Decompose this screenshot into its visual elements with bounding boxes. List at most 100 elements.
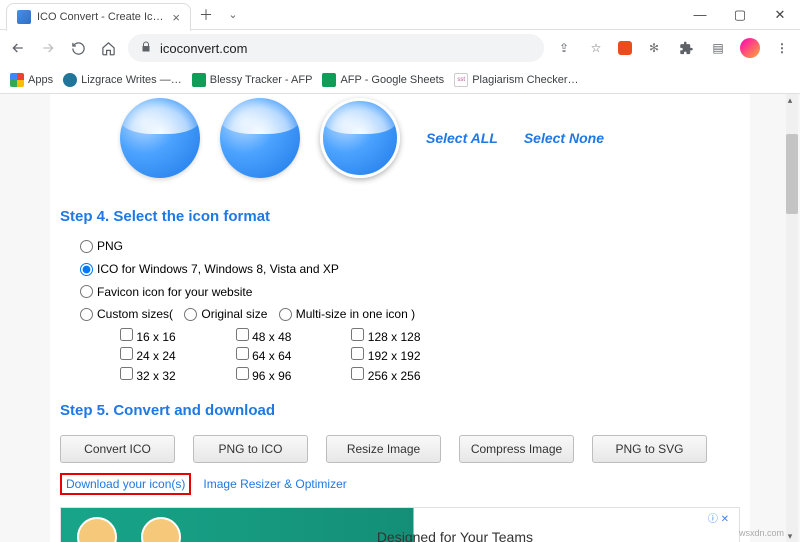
step5-heading: Step 5. Convert and download bbox=[60, 402, 740, 419]
extension-icon-1[interactable] bbox=[618, 41, 632, 55]
star-icon[interactable]: ☆ bbox=[586, 38, 606, 58]
tab-favicon bbox=[17, 10, 31, 24]
viewport: Select ALL Select None Step 4. Select th… bbox=[0, 94, 800, 542]
label-favicon: Favicon icon for your website bbox=[97, 281, 252, 304]
check-48[interactable] bbox=[236, 328, 249, 341]
format-options: PNG ICO for Windows 7, Windows 8, Vista … bbox=[60, 235, 740, 392]
menu-button[interactable]: ⋮ bbox=[772, 38, 792, 58]
maximize-button[interactable]: ▢ bbox=[720, 0, 760, 30]
reload-button[interactable] bbox=[68, 38, 88, 58]
url-text: icoconvert.com bbox=[160, 41, 247, 56]
png-to-ico-button[interactable]: PNG to ICO bbox=[193, 435, 308, 463]
label-original: Original size bbox=[201, 303, 267, 326]
preview-circle[interactable] bbox=[220, 98, 300, 178]
icon-previews: Select ALL Select None bbox=[60, 94, 740, 198]
check-32[interactable] bbox=[120, 367, 133, 380]
check-96[interactable] bbox=[236, 367, 249, 380]
page-content: Select ALL Select None Step 4. Select th… bbox=[50, 94, 750, 542]
back-button[interactable] bbox=[8, 38, 28, 58]
bookmark-item[interactable]: AFP - Google Sheets bbox=[322, 73, 444, 87]
check-24[interactable] bbox=[120, 347, 133, 360]
radio-multi[interactable] bbox=[279, 308, 292, 321]
radio-ico[interactable] bbox=[80, 263, 93, 276]
address-bar[interactable]: icoconvert.com bbox=[128, 34, 544, 62]
check-256[interactable] bbox=[351, 367, 364, 380]
ad-banner[interactable]: ⓘ ✕ Designed for Your Teams bbox=[60, 507, 740, 542]
bookmark-label: Apps bbox=[28, 74, 53, 86]
bookmark-label: Plagiarism Checker… bbox=[472, 74, 578, 86]
scroll-up-arrow[interactable]: ▴ bbox=[784, 94, 796, 106]
ad-avatar bbox=[141, 517, 181, 542]
window-titlebar: ICO Convert - Create Icons From × ＋ ⌄ — … bbox=[0, 0, 800, 30]
extension-icon-2[interactable]: ✻ bbox=[644, 38, 664, 58]
minimize-button[interactable]: — bbox=[680, 0, 720, 30]
size-label: 16 x 16 bbox=[136, 330, 175, 344]
label-ico: ICO for Windows 7, Windows 8, Vista and … bbox=[97, 258, 339, 281]
radio-png[interactable] bbox=[80, 240, 93, 253]
compress-image-button[interactable]: Compress Image bbox=[459, 435, 574, 463]
ad-headline: Designed for Your Teams bbox=[377, 529, 533, 542]
check-16[interactable] bbox=[120, 328, 133, 341]
optimizer-link[interactable]: Image Resizer & Optimizer bbox=[203, 477, 346, 491]
label-custom: Custom sizes( bbox=[97, 303, 173, 326]
preview-circle-selected[interactable] bbox=[320, 98, 400, 178]
radio-custom[interactable] bbox=[80, 308, 93, 321]
lock-icon bbox=[140, 41, 152, 56]
check-128[interactable] bbox=[351, 328, 364, 341]
home-button[interactable] bbox=[98, 38, 118, 58]
resize-image-button[interactable]: Resize Image bbox=[326, 435, 441, 463]
preview-circle[interactable] bbox=[120, 98, 200, 178]
size-label: 96 x 96 bbox=[252, 369, 291, 383]
share-icon[interactable]: ⇪ bbox=[554, 38, 574, 58]
apps-button[interactable]: Apps bbox=[10, 73, 53, 87]
ad-close-icon[interactable]: ⓘ ✕ bbox=[708, 510, 729, 525]
scrollbar-thumb[interactable] bbox=[786, 134, 798, 214]
size-checkboxes: 16 x 16 24 x 24 32 x 32 48 x 48 64 x 64 … bbox=[80, 328, 720, 386]
bookmark-label: Lizgrace Writes —… bbox=[81, 74, 182, 86]
convert-ico-button[interactable]: Convert ICO bbox=[60, 435, 175, 463]
wordpress-icon bbox=[63, 73, 77, 87]
browser-tab[interactable]: ICO Convert - Create Icons From × bbox=[6, 3, 191, 31]
scroll-down-arrow[interactable]: ▾ bbox=[784, 530, 796, 542]
apps-icon bbox=[10, 73, 24, 87]
radio-original[interactable] bbox=[184, 308, 197, 321]
check-192[interactable] bbox=[351, 347, 364, 360]
download-link[interactable]: Download your icon(s) bbox=[60, 473, 191, 495]
profile-avatar[interactable] bbox=[740, 38, 760, 58]
forward-button[interactable] bbox=[38, 38, 58, 58]
download-row: Download your icon(s) Image Resizer & Op… bbox=[60, 473, 740, 495]
check-64[interactable] bbox=[236, 347, 249, 360]
tab-title: ICO Convert - Create Icons From bbox=[37, 11, 166, 23]
size-label: 48 x 48 bbox=[252, 330, 291, 344]
png-to-svg-button[interactable]: PNG to SVG bbox=[592, 435, 707, 463]
bookmark-item[interactable]: sst Plagiarism Checker… bbox=[454, 73, 578, 87]
bookmark-label: Blessy Tracker - AFP bbox=[210, 74, 313, 86]
sheets-icon bbox=[322, 73, 336, 87]
close-icon[interactable]: × bbox=[172, 10, 180, 25]
scrollbar[interactable]: ▴ ▾ bbox=[786, 94, 798, 542]
select-none-link[interactable]: Select None bbox=[524, 130, 604, 146]
size-label: 192 x 192 bbox=[368, 349, 421, 363]
close-window-button[interactable]: ✕ bbox=[760, 0, 800, 30]
bookmarks-bar: Apps Lizgrace Writes —… Blessy Tracker -… bbox=[0, 66, 800, 94]
bookmark-label: AFP - Google Sheets bbox=[340, 74, 444, 86]
label-multi: Multi-size in one icon ) bbox=[296, 303, 415, 326]
new-tab-button[interactable]: ＋ bbox=[199, 5, 213, 25]
convert-buttons: Convert ICO PNG to ICO Resize Image Comp… bbox=[60, 429, 740, 473]
size-label: 32 x 32 bbox=[136, 369, 175, 383]
extensions-puzzle-icon[interactable] bbox=[676, 38, 696, 58]
toolbar: icoconvert.com ⇪ ☆ ✻ ▤ ⋮ bbox=[0, 30, 800, 66]
size-label: 256 x 256 bbox=[368, 369, 421, 383]
watermark: wsxdn.com bbox=[739, 528, 784, 538]
step4-heading: Step 4. Select the icon format bbox=[60, 208, 740, 225]
label-png: PNG bbox=[97, 235, 123, 258]
reading-list-icon[interactable]: ▤ bbox=[708, 38, 728, 58]
radio-favicon[interactable] bbox=[80, 285, 93, 298]
size-label: 64 x 64 bbox=[252, 349, 291, 363]
bookmark-item[interactable]: Blessy Tracker - AFP bbox=[192, 73, 313, 87]
bookmark-item[interactable]: Lizgrace Writes —… bbox=[63, 73, 182, 87]
select-all-link[interactable]: Select ALL bbox=[426, 130, 498, 146]
sst-icon: sst bbox=[454, 73, 468, 87]
tab-search-chevron[interactable]: ⌄ bbox=[213, 0, 253, 30]
sheets-icon bbox=[192, 73, 206, 87]
